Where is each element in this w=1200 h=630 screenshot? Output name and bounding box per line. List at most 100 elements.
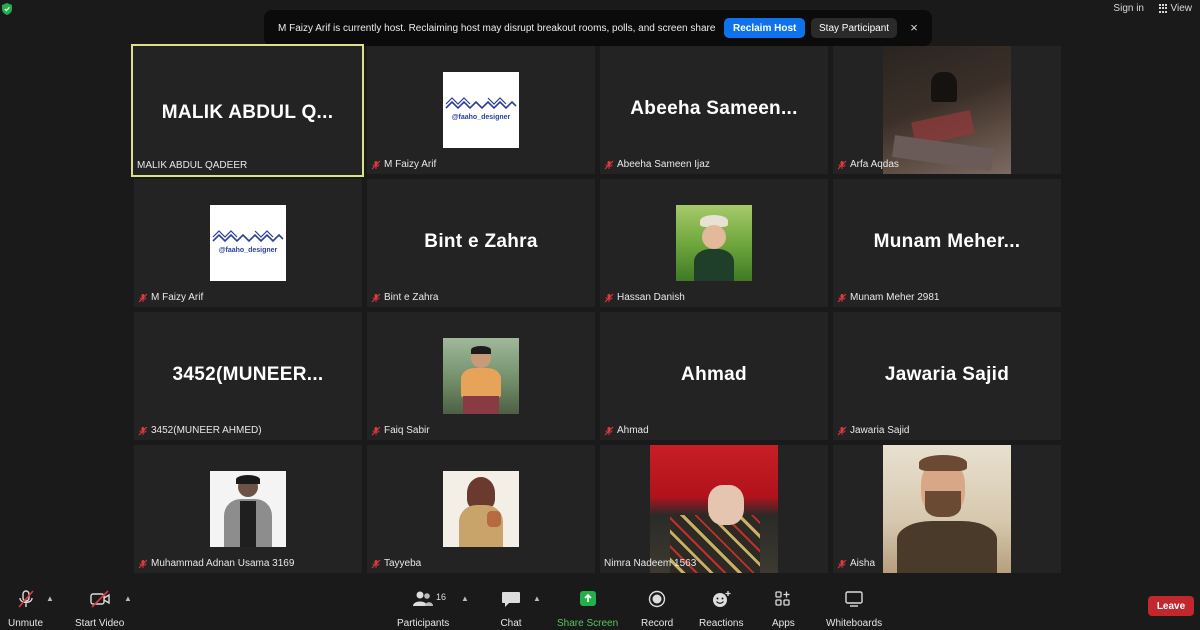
sign-in-link[interactable]: Sign in: [1113, 3, 1144, 14]
tile-label-text: Jawaria Sajid: [850, 425, 910, 436]
profile-picture: [650, 445, 778, 573]
record-button[interactable]: Record: [641, 590, 673, 629]
tile-name-label: Munam Meher 2981: [837, 292, 940, 303]
encryption-shield-icon[interactable]: [2, 3, 12, 15]
tile-name-label: Muhammad Adnan Usama 3169: [138, 558, 294, 569]
video-tile[interactable]: Aisha: [833, 445, 1061, 573]
start-video-label: Start Video: [75, 618, 125, 629]
participants-label: Participants: [397, 618, 450, 629]
audio-options-chevron-up-icon[interactable]: ▲: [46, 594, 54, 603]
apps-button[interactable]: Apps: [772, 590, 795, 629]
muted-mic-icon: [837, 559, 847, 568]
profile-picture: [443, 471, 519, 547]
stay-participant-button[interactable]: Stay Participant: [811, 18, 898, 38]
chat-button[interactable]: Chat: [500, 590, 522, 629]
video-tile[interactable]: Nimra Nadeem 1563: [600, 445, 828, 573]
reclaim-host-button[interactable]: Reclaim Host: [724, 18, 806, 38]
tile-display-name: Bint e Zahra: [424, 231, 538, 252]
video-off-icon: [89, 590, 110, 608]
tile-name-label: MALIK ABDUL QADEER: [137, 160, 247, 171]
tile-name-label: Ahmad: [604, 425, 649, 436]
profile-picture: [210, 471, 286, 547]
meeting-toolbar: Unmute ▲ Start Video ▲ Participants 16 ▲…: [0, 582, 1200, 630]
tile-name-label: Faiq Sabir: [371, 425, 430, 436]
tile-display-name: MALIK ABDUL Q...: [161, 102, 334, 123]
tile-name-label: Aisha: [837, 558, 875, 569]
muted-mic-icon: [371, 559, 381, 568]
video-tile[interactable]: Ahmad Ahmad: [600, 312, 828, 440]
whiteboards-button[interactable]: Whiteboards: [826, 590, 882, 629]
tile-display-name: 3452(MUNEER...: [172, 364, 324, 385]
video-tile[interactable]: @faaho_designer M Faizy Arif: [134, 179, 362, 307]
participants-count: 16: [436, 592, 447, 602]
profile-picture: @faaho_designer: [210, 205, 286, 281]
share-screen-icon: [579, 591, 596, 606]
tile-label-text: Ahmad: [617, 425, 649, 436]
tile-label-text: MALIK ABDUL QADEER: [137, 160, 248, 171]
record-icon: [648, 590, 666, 608]
tile-display-name: Ahmad: [681, 364, 747, 385]
video-tile-active-speaker[interactable]: MALIK ABDUL Q... MALIK ABDUL QADEER: [131, 44, 364, 177]
chat-icon: [502, 592, 520, 607]
reclaim-host-banner: M Faizy Arif is currently host. Reclaimi…: [264, 10, 932, 46]
profile-picture: [443, 338, 519, 414]
tile-name-label: 3452(MUNEER AHMED): [138, 425, 262, 436]
share-screen-button[interactable]: Share Screen: [557, 590, 618, 629]
profile-picture: [883, 445, 1011, 573]
video-tile[interactable]: @faaho_designer M Faizy Arif: [367, 46, 595, 174]
video-tile[interactable]: Bint e Zahra Bint e Zahra: [367, 179, 595, 307]
view-label: View: [1170, 3, 1193, 14]
faaho-logo-wave-icon: [445, 97, 517, 110]
chat-label: Chat: [500, 618, 522, 629]
tile-label-text: Tayyeba: [384, 558, 422, 569]
video-tile[interactable]: Munam Meher... Munam Meher 2981: [833, 179, 1061, 307]
tile-label-text: Bint e Zahra: [384, 292, 439, 303]
record-label: Record: [641, 618, 674, 629]
muted-mic-icon: [371, 426, 381, 435]
muted-mic-icon: [371, 160, 381, 169]
tile-label-text: M Faizy Arif: [151, 292, 204, 303]
tile-label-text: Muhammad Adnan Usama 3169: [151, 558, 295, 569]
muted-mic-icon: [837, 426, 847, 435]
reactions-smiley-icon: [713, 591, 731, 607]
participants-icon: [413, 591, 434, 606]
reactions-button[interactable]: Reactions: [699, 590, 743, 629]
muted-mic-icon: [837, 160, 847, 169]
muted-mic-icon: [371, 293, 381, 302]
tile-label-text: Hassan Danish: [617, 292, 685, 303]
banner-message: M Faizy Arif is currently host. Reclaimi…: [278, 22, 716, 34]
video-tile[interactable]: Faiq Sabir: [367, 312, 595, 440]
tile-label-text: Abeeha Sameen Ijaz: [617, 159, 710, 170]
muted-mic-icon: [138, 559, 148, 568]
video-tile[interactable]: Arfa Aqdas: [833, 46, 1061, 174]
unmute-button[interactable]: Unmute: [8, 590, 43, 629]
tile-name-label: Tayyeba: [371, 558, 421, 569]
video-tile[interactable]: Hassan Danish: [600, 179, 828, 307]
muted-mic-icon: [837, 293, 847, 302]
start-video-button[interactable]: Start Video: [75, 590, 124, 629]
muted-mic-icon: [604, 426, 614, 435]
tile-display-name: Abeeha Sameen...: [630, 98, 798, 119]
faaho-logo-wave-icon: [212, 230, 284, 243]
profile-picture: [883, 46, 1011, 174]
view-button[interactable]: View: [1158, 3, 1193, 14]
chat-options-chevron-up-icon[interactable]: ▲: [533, 594, 541, 603]
video-tile[interactable]: Jawaria Sajid Jawaria Sajid: [833, 312, 1061, 440]
reactions-label: Reactions: [699, 618, 744, 629]
video-tile[interactable]: 3452(MUNEER... 3452(MUNEER AHMED): [134, 312, 362, 440]
share-screen-label: Share Screen: [557, 618, 619, 629]
whiteboards-label: Whiteboards: [826, 618, 883, 629]
whiteboard-icon: [845, 591, 863, 607]
apps-label: Apps: [772, 618, 795, 629]
profile-picture: [676, 205, 752, 281]
muted-mic-icon: [17, 590, 34, 608]
video-tile[interactable]: Muhammad Adnan Usama 3169: [134, 445, 362, 573]
video-options-chevron-up-icon[interactable]: ▲: [124, 594, 132, 603]
muted-mic-icon: [138, 426, 148, 435]
leave-button[interactable]: Leave: [1148, 596, 1194, 616]
video-tile[interactable]: Abeeha Sameen... Abeeha Sameen Ijaz: [600, 46, 828, 174]
close-icon[interactable]: ×: [906, 19, 922, 37]
logo-text: @faaho_designer: [451, 114, 511, 121]
video-tile[interactable]: Tayyeba: [367, 445, 595, 573]
participants-options-chevron-up-icon[interactable]: ▲: [461, 594, 469, 603]
